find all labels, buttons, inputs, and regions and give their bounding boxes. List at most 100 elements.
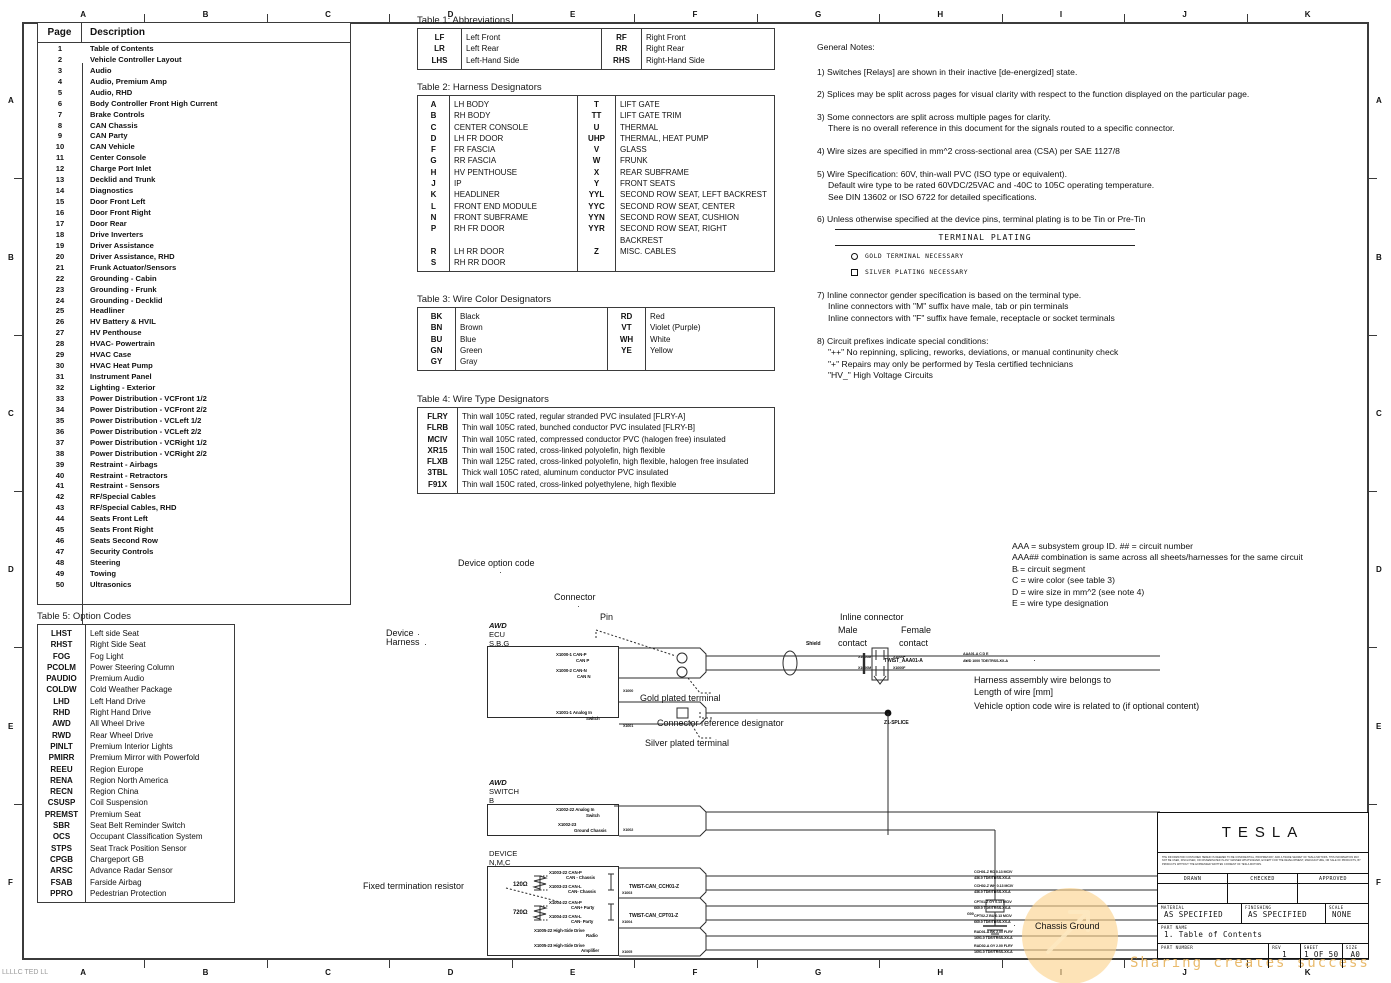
toc-row[interactable]: 9 CAN Party xyxy=(38,131,350,142)
cell-desc-right: SECOND ROW SEAT, CUSHION xyxy=(620,212,739,222)
callout-connector: Connector xyxy=(554,592,596,602)
table-row: LF Left Front RF Right Front xyxy=(417,28,775,44)
toc-page-number: 25 xyxy=(55,306,65,316)
device-wire-label-top-1: CCH02-Z WH 0.13 MCIV xyxy=(974,884,1014,888)
splice-dot xyxy=(884,709,892,717)
toc-row[interactable]: 22 Grounding - Cabin xyxy=(38,273,350,284)
toc-row[interactable]: 14 Diagnostics xyxy=(38,185,350,196)
table-row: P RH FR DOOR YYR SECOND ROW SEAT, RIGHT BAC… xyxy=(417,223,775,246)
toc-row[interactable]: 33 Power Distribution - VCFront 1/2 xyxy=(38,393,350,404)
toc-row[interactable]: 15 Door Front Left xyxy=(38,196,350,207)
switch-conn-tag-0: X1002 xyxy=(623,828,634,832)
cell-description: Cold Weather Package xyxy=(90,685,173,695)
toc-row[interactable]: 47 Security Controls xyxy=(38,546,350,557)
toc-row[interactable]: 50 Ultrasonics xyxy=(38,579,350,590)
table2-grid: A LH BODY T LIFT GATE B RH BODY TT LIFT GATE TR… xyxy=(417,95,775,273)
toc-page-number: 7 xyxy=(57,109,63,119)
table-row: K HEADLINER YYL SECOND ROW SEAT, LEFT BACKR… xyxy=(417,189,775,201)
toc-row[interactable]: 25 Headliner xyxy=(38,306,350,317)
approved-label: APPROVED xyxy=(1318,875,1348,882)
leader-device-option xyxy=(500,572,501,620)
toc-row[interactable]: 41 Restraint - Sensors xyxy=(38,481,350,492)
ecu-pin-ref-0: X1000-1 CAN-P xyxy=(556,652,587,657)
toc-row[interactable]: 34 Power Distribution - VCFront 2/2 xyxy=(38,404,350,415)
toc-row[interactable]: 37 Power Distribution - VCRight 1/2 xyxy=(38,437,350,448)
ecu-pin-ref-1: X1000-2 CAN-N xyxy=(556,668,587,673)
part-name-cell: PART NAME 1. Table of Contents xyxy=(1158,924,1368,943)
cell-description: Seat Belt Reminder Switch xyxy=(90,821,186,831)
cell-code-left: K xyxy=(417,189,450,201)
toc-page-description: RF/Special Cables xyxy=(90,492,156,502)
toc-row[interactable]: 42 RF/Special Cables xyxy=(38,491,350,502)
toc-row[interactable]: 39 Restraint - Airbags xyxy=(38,459,350,470)
table-row: BK Black RD Red xyxy=(417,307,775,323)
cell-description: Region China xyxy=(90,787,139,797)
table-row: PMIRR Premium Mirror with Powerfold xyxy=(37,752,235,764)
toc-row[interactable]: 12 Charge Port Inlet xyxy=(38,163,350,174)
cell-description: Coil Suspension xyxy=(90,798,148,808)
toc-row[interactable]: 43 RF/Special Cables, RHD xyxy=(38,502,350,513)
approval-header-row: DRAWN CHECKED APPROVED xyxy=(1158,874,1368,884)
toc-page-description: Table of Contents xyxy=(90,43,154,53)
ruler-top-A: A xyxy=(80,10,87,19)
toc-row[interactable]: 45 Seats Front Right xyxy=(38,524,350,535)
toc-row[interactable]: 8 CAN Chassis xyxy=(38,120,350,131)
toc-row[interactable]: 38 Power Distribution - VCRight 2/2 xyxy=(38,448,350,459)
plating-silver-row: SILVER PLATING NECESSARY xyxy=(835,267,1135,279)
checked-label: CHECKED xyxy=(1228,874,1299,883)
note-7-line2: Inline connectors with "M" suffix have m… xyxy=(828,301,1069,312)
toc-row[interactable]: 30 HVAC Heat Pump xyxy=(38,360,350,371)
toc-row[interactable]: 19 Driver Assistance xyxy=(38,240,350,251)
toc-row[interactable]: 21 Frunk Actuator/Sensors xyxy=(38,262,350,273)
cell-code: PCOLM xyxy=(37,661,86,674)
toc-row[interactable]: 26 HV Battery & HVIL xyxy=(38,316,350,327)
table-row: RHD Right Hand Drive xyxy=(37,707,235,719)
toc-page-number: 10 xyxy=(55,142,65,152)
toc-row[interactable]: 7 Brake Controls xyxy=(38,109,350,120)
ruler-bottom-tick xyxy=(634,960,636,968)
toc-row[interactable]: 46 Seats Second Row xyxy=(38,535,350,546)
toc-row[interactable]: 10 CAN Vehicle xyxy=(38,141,350,152)
toc-row[interactable]: 5 Audio, RHD xyxy=(38,87,350,98)
toc-row[interactable]: 23 Grounding - Frunk xyxy=(38,284,350,295)
toc-row[interactable]: 17 Door Rear xyxy=(38,218,350,229)
toc-row[interactable]: 4 Audio, Premium Amp xyxy=(38,76,350,87)
toc-page-description: Instrument Panel xyxy=(90,372,152,382)
ruler-bottom-tick xyxy=(144,960,146,968)
cell-code-right xyxy=(607,356,646,371)
toc-row[interactable]: 40 Restraint - Retractors xyxy=(38,470,350,481)
toc-page-number: 4 xyxy=(57,76,63,86)
toc-row[interactable]: 18 Drive Inverters xyxy=(38,229,350,240)
device-wire-label-top-5: RAD02-A GY 2.00 FLRY xyxy=(974,944,1013,948)
toc-row[interactable]: 48 Steering xyxy=(38,557,350,568)
cell-description: Chargeport GB xyxy=(90,854,144,864)
toc-page-number: 47 xyxy=(55,547,65,557)
toc-row[interactable]: 11 Center Console xyxy=(38,152,350,163)
toc-row[interactable]: 3 Audio xyxy=(38,65,350,76)
toc-row[interactable]: 32 Lighting - Exterior xyxy=(38,382,350,393)
wire-legend-line-1: AAA = subsystem group ID. ## = circuit n… xyxy=(1012,541,1194,551)
ruler-bottom-tick xyxy=(511,960,513,968)
toc-row[interactable]: 31 Instrument Panel xyxy=(38,371,350,382)
toc-row[interactable]: 1 Table of Contents xyxy=(38,43,350,54)
toc-row[interactable]: 36 Power Distribution - VCLeft 2/2 xyxy=(38,426,350,437)
toc-row[interactable]: 28 HVAC- Powertrain xyxy=(38,338,350,349)
toc-row[interactable]: 2 Vehicle Controller Layout xyxy=(38,54,350,65)
ruler-left-tick xyxy=(14,334,22,336)
ruler-top-C: C xyxy=(325,10,332,19)
toc-row[interactable]: 44 Seats Front Left xyxy=(38,513,350,524)
toc-row[interactable]: 20 Driver Assistance, RHD xyxy=(38,251,350,262)
toc-row[interactable]: 29 HVAC Case xyxy=(38,349,350,360)
toc-row[interactable]: 35 Power Distribution - VCLeft 1/2 xyxy=(38,415,350,426)
toc-row[interactable]: 6 Body Controller Front High Current xyxy=(38,98,350,109)
inline-wire-bot: AWD 1000 TDE/TRSS-XX-A xyxy=(963,659,1008,663)
toc-page-number: 35 xyxy=(55,415,65,425)
toc-row[interactable]: 16 Door Front Right xyxy=(38,207,350,218)
toc-row[interactable]: 13 Decklid and Trunk xyxy=(38,174,350,185)
toc-row[interactable]: 49 Towing xyxy=(38,568,350,579)
cell-code: REEU xyxy=(37,763,86,775)
table-row: SBR Seat Belt Reminder Switch xyxy=(37,820,235,832)
toc-page-number: 18 xyxy=(55,229,65,239)
toc-row[interactable]: 24 Grounding - Decklid xyxy=(38,295,350,306)
toc-row[interactable]: 27 HV Penthouse xyxy=(38,327,350,338)
